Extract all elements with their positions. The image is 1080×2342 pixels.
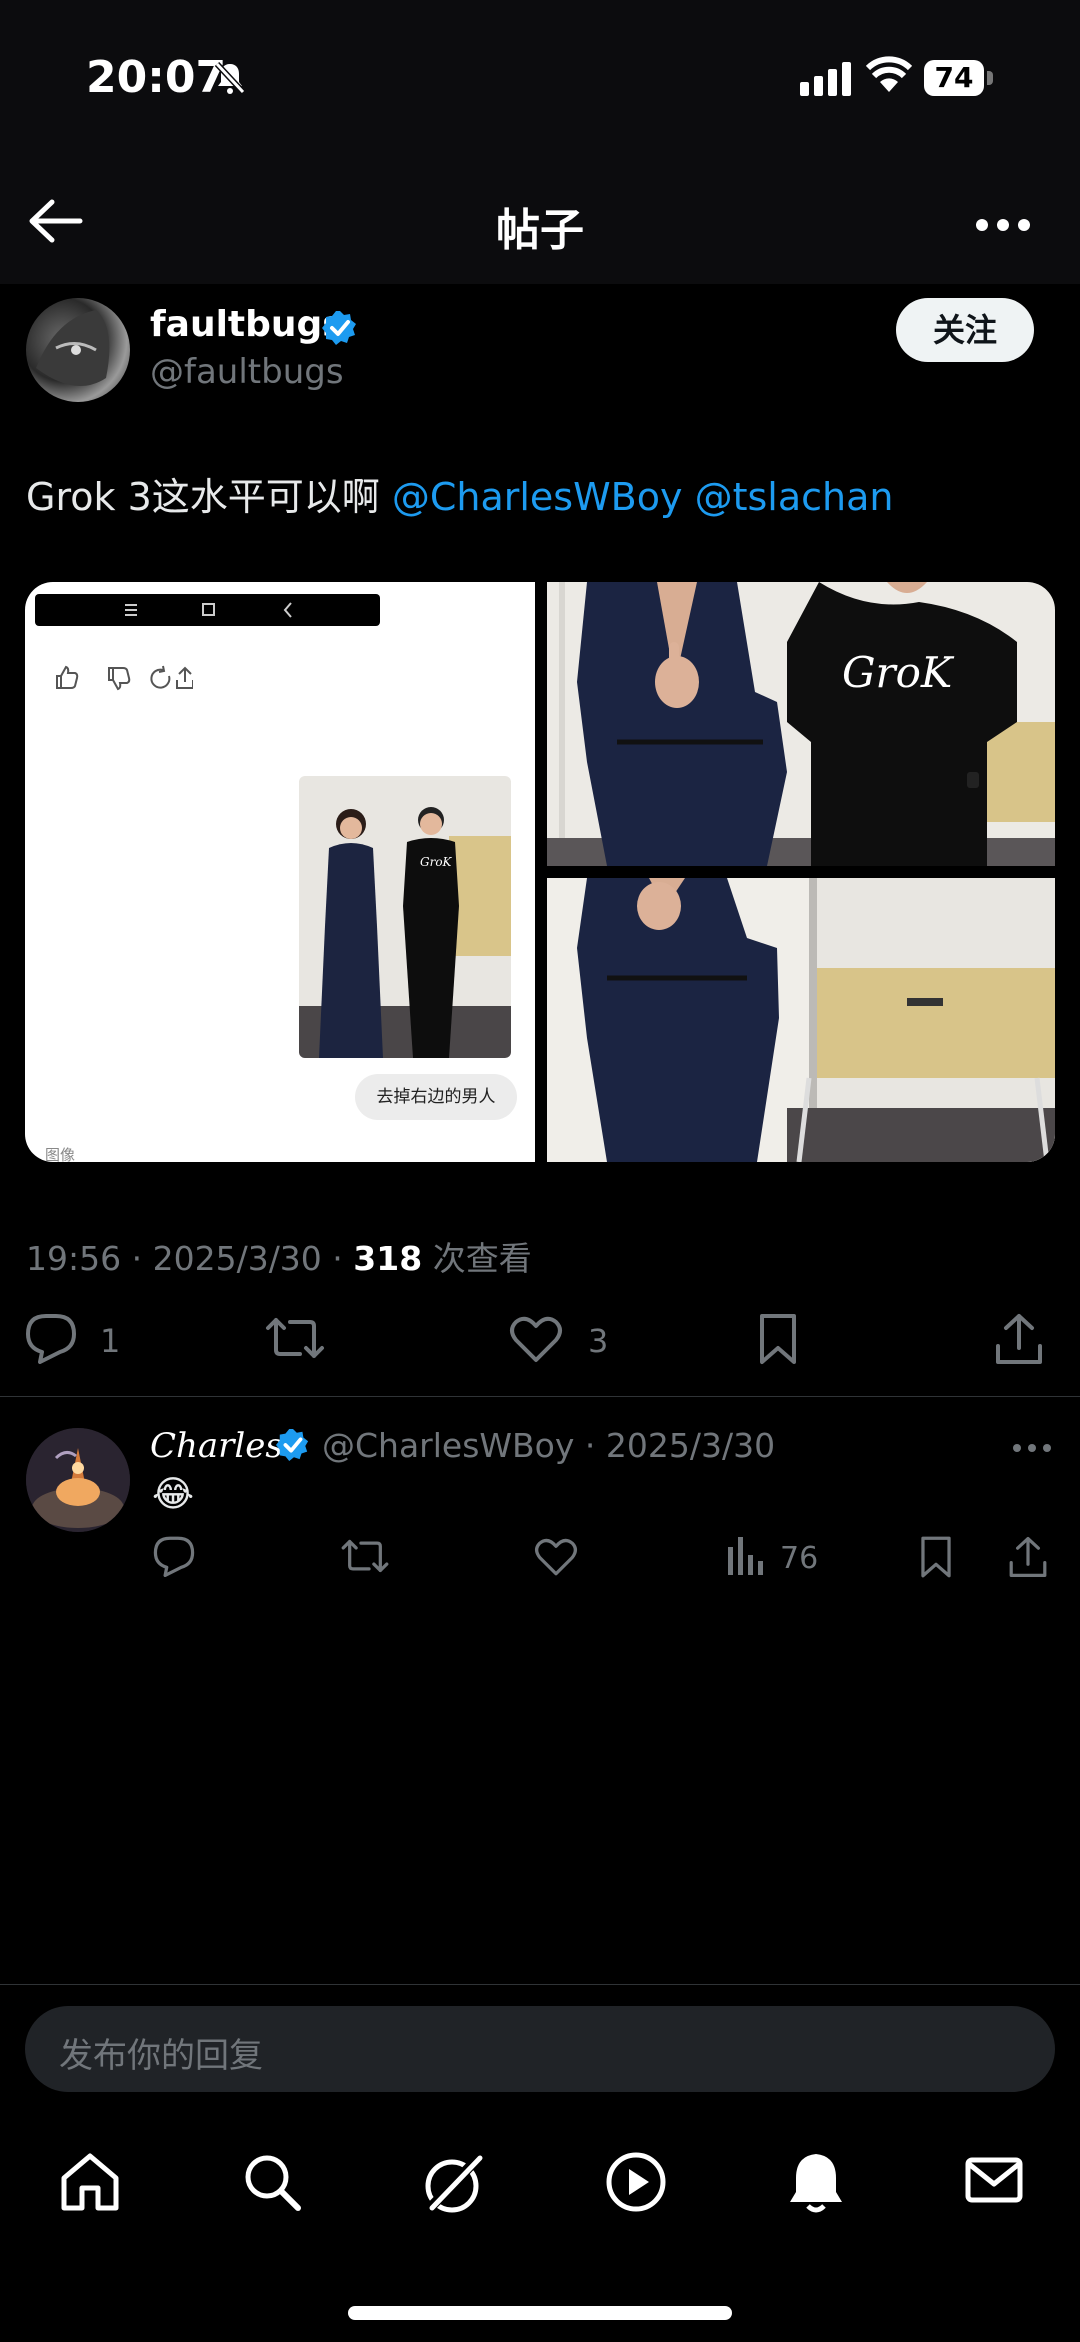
divider [0, 1396, 1080, 1397]
inner-shirt-logo: GroK [420, 855, 453, 869]
phone-nav-strip [35, 594, 380, 626]
inner-photo: GroK [299, 776, 511, 1058]
share-icon[interactable] [1008, 1535, 1048, 1579]
like-count: 3 [588, 1322, 609, 1360]
like-icon[interactable] [508, 1312, 564, 1364]
composer-divider [0, 1984, 1080, 1985]
post-meta: 19:56 · 2025/3/30 · 318 次查看 [26, 1239, 532, 1278]
home-icon[interactable] [58, 2150, 122, 2214]
share-icon[interactable] [994, 1312, 1044, 1366]
nav-glyphs [125, 602, 292, 618]
reply-icon[interactable] [152, 1535, 196, 1577]
photo-2-image [547, 878, 1055, 1162]
author-avatar[interactable] [26, 298, 130, 402]
mention-link[interactable]: @CharlesWBoy [392, 475, 683, 519]
views-icon[interactable] [726, 1535, 766, 1577]
repost-icon[interactable] [264, 1312, 326, 1364]
view-count: 318 [353, 1239, 423, 1278]
photo-1-image: GroK [547, 582, 1055, 866]
reply-view-count: 76 [780, 1541, 819, 1576]
bell-off-icon [214, 61, 246, 95]
verified-icon [322, 311, 356, 345]
reply-author-name[interactable]: Charles [150, 1426, 283, 1466]
shirt-logo: GroK [842, 648, 955, 697]
image-label: 图像 [45, 1146, 76, 1162]
status-bar: 20:07 74 [0, 0, 1080, 150]
media-grid: GroK 去掉右边的男人 图像 GroK [25, 582, 1055, 1162]
notifications-icon[interactable] [786, 2150, 846, 2214]
video-icon[interactable] [604, 2150, 668, 2214]
reply-text: 😂 [152, 1474, 195, 1515]
more-icon[interactable] [1012, 1443, 1052, 1453]
author-name[interactable]: faultbugs [150, 304, 344, 345]
reply-avatar-image [26, 1428, 130, 1532]
post-date: 2025/3/30 [152, 1239, 322, 1278]
like-icon[interactable] [533, 1535, 579, 1577]
home-indicator[interactable] [348, 2306, 732, 2320]
post-body: Grok 3这水平可以啊 [26, 475, 392, 519]
inner-photo-image: GroK [299, 776, 511, 1058]
reply-count: 1 [100, 1322, 121, 1360]
avatar-image [36, 310, 110, 386]
grok-icon[interactable] [420, 2150, 488, 2218]
reply-meta: @CharlesWBoy · 2025/3/30 [322, 1426, 776, 1465]
page-title: 帖子 [496, 205, 584, 256]
post-time: 19:56 [26, 1239, 122, 1278]
verified-icon [276, 1428, 309, 1462]
mention-link[interactable]: @tslachan [695, 475, 894, 519]
views-label: 次查看 [432, 1239, 532, 1278]
search-icon[interactable] [240, 2150, 304, 2214]
battery-indicator: 74 [924, 60, 984, 96]
post-text: Grok 3这水平可以啊 @CharlesWBoy @tslachan [26, 466, 893, 521]
chat-bubble: 去掉右边的男人 [355, 1074, 517, 1120]
reply-icon[interactable] [24, 1312, 78, 1364]
media-image-photo-1[interactable]: GroK [547, 582, 1055, 866]
media-image-photo-2[interactable] [547, 878, 1055, 1162]
follow-button[interactable]: 关注 [896, 298, 1034, 362]
media-image-screenshot[interactable]: GroK 去掉右边的男人 图像 [25, 582, 535, 1162]
bookmark-icon[interactable] [918, 1535, 954, 1579]
reply-input[interactable]: 发布你的回复 [25, 2006, 1055, 2092]
battery-tip [987, 71, 993, 85]
bookmark-icon[interactable] [756, 1312, 800, 1366]
reply-avatar[interactable] [26, 1428, 130, 1532]
reply-placeholder: 发布你的回复 [59, 2036, 263, 2076]
nav-bar: 帖子 [0, 150, 1080, 284]
signal-icon [800, 62, 851, 96]
author-handle[interactable]: @faultbugs [150, 352, 344, 392]
status-time: 20:07 [86, 52, 227, 103]
more-icon[interactable] [975, 218, 1031, 232]
feedback-icons [56, 665, 193, 691]
wifi-icon [866, 56, 912, 92]
repost-icon[interactable] [340, 1535, 390, 1577]
messages-icon[interactable] [964, 2150, 1024, 2210]
